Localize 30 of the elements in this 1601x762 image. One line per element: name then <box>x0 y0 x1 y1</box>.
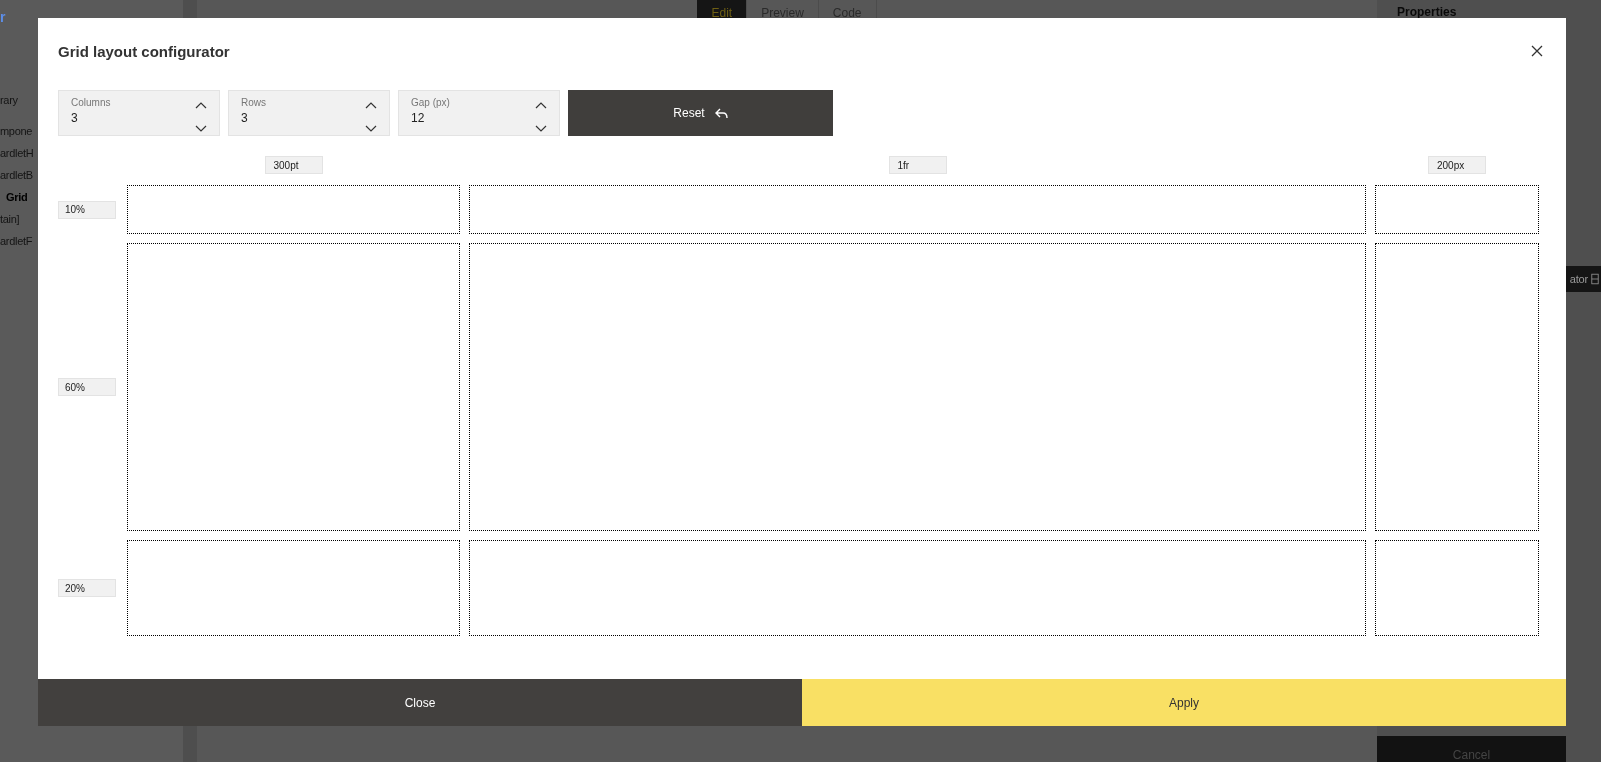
stepper-label: Columns <box>71 97 111 108</box>
row-size-field[interactable]: 20% <box>58 579 116 597</box>
dialog-title: Grid layout configurator <box>58 42 230 60</box>
stepper-label: Gap (px) <box>411 97 450 108</box>
chevron-down-icon <box>535 125 547 133</box>
chevron-up-icon <box>195 101 207 109</box>
sidebar-title: r <box>0 9 6 25</box>
number-stepper[interactable]: Gap (px) 12 <box>398 90 560 136</box>
chevron-up-icon <box>535 101 547 109</box>
row-size-field[interactable]: 60% <box>58 378 116 396</box>
reset-button[interactable]: Reset <box>568 90 833 136</box>
number-stepper[interactable]: Rows 3 <box>228 90 390 136</box>
undo-icon <box>714 107 728 119</box>
row-size-field[interactable]: 10% <box>58 200 116 219</box>
close-icon[interactable] <box>1530 44 1544 58</box>
column-size-field[interactable]: 1fr <box>888 156 947 174</box>
number-stepper[interactable]: Columns 3 <box>58 90 220 136</box>
stepper-label: Rows <box>241 97 266 108</box>
stepper-value: 3 <box>241 111 249 125</box>
close-button[interactable]: Close <box>38 679 802 726</box>
layout-icon <box>1591 272 1599 286</box>
chevron-down-icon <box>195 125 207 133</box>
column-size-field[interactable]: 200px <box>1428 156 1486 174</box>
stepper-value: 12 <box>411 111 426 125</box>
stepper-value: 3 <box>71 111 79 125</box>
panel-title: Properties <box>1397 5 1457 19</box>
chevron-down-icon <box>365 125 377 133</box>
apply-button[interactable]: Apply <box>802 679 1566 726</box>
chevron-up-icon <box>365 101 377 109</box>
column-size-field[interactable]: 300pt <box>264 156 323 174</box>
